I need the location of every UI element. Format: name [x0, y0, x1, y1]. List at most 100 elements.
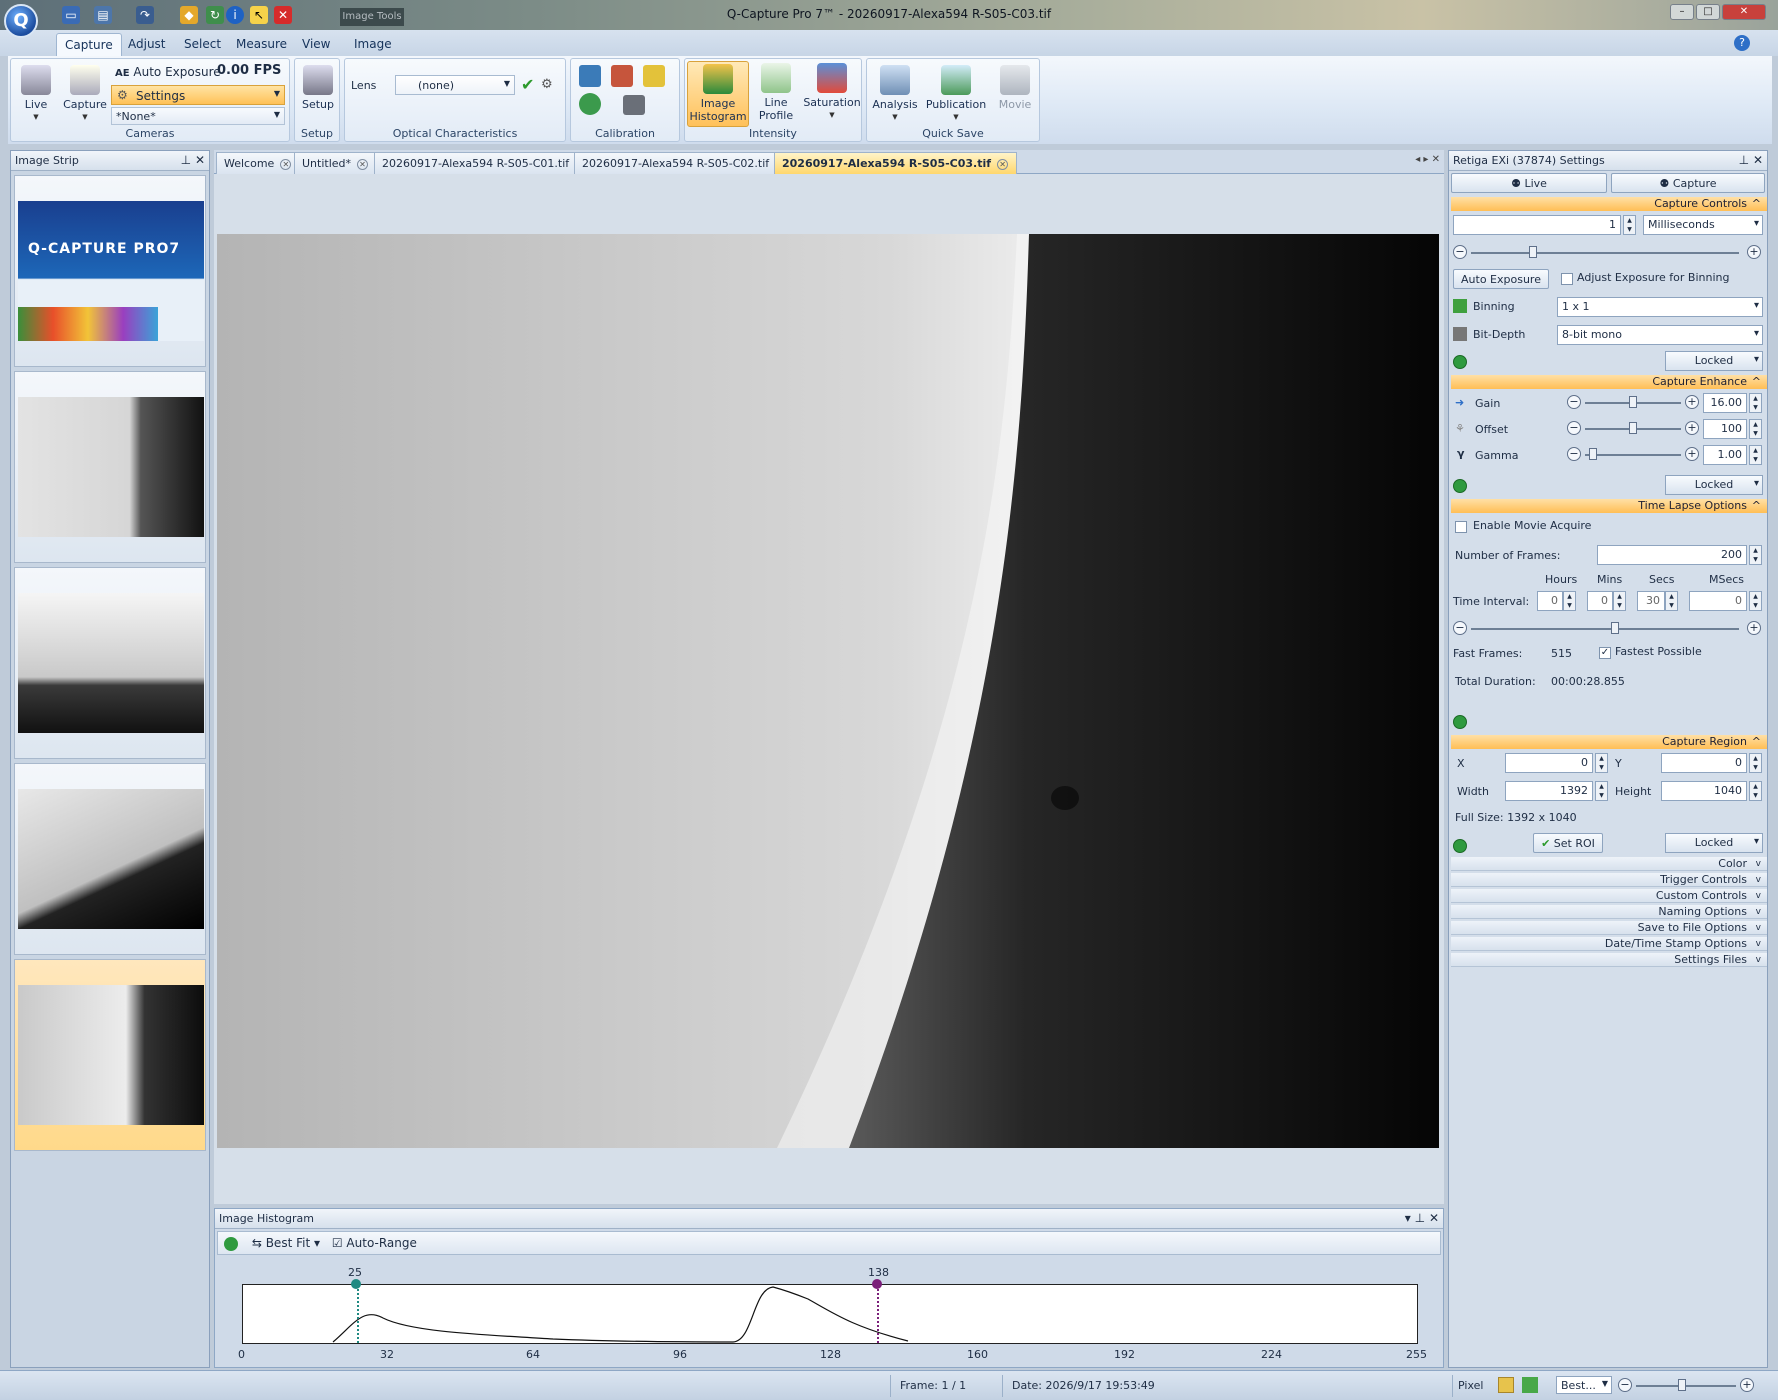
movie-button[interactable]: Movie: [993, 65, 1037, 111]
enable-movie-checkbox[interactable]: [1455, 521, 1467, 533]
calibration-camera-dropdown-icon[interactable]: [623, 95, 645, 115]
capture-controls-lock[interactable]: Locked: [1665, 351, 1763, 371]
capture-enhance-lock[interactable]: Locked: [1665, 475, 1763, 495]
strip-thumbnail-c01[interactable]: [14, 371, 206, 563]
gamma-slider-thumb[interactable]: [1589, 448, 1597, 460]
grid-view-icon[interactable]: [1522, 1377, 1538, 1393]
roi-width-input[interactable]: 1392: [1505, 781, 1593, 801]
close-icon[interactable]: ✕: [195, 153, 205, 167]
auto-exposure-button[interactable]: Auto Exposure: [1453, 269, 1549, 289]
interval-mins-input[interactable]: 0: [1587, 591, 1613, 611]
zoom-out-icon[interactable]: −: [1618, 1378, 1632, 1392]
roi-x-spinner[interactable]: ▲ ▼: [1595, 753, 1608, 773]
publication-button[interactable]: Publication ▼: [925, 65, 987, 124]
refresh-icon[interactable]: ↻: [206, 6, 224, 24]
binning-select[interactable]: 1 x 1: [1557, 297, 1763, 317]
capture-tab-button[interactable]: ⚉ Capture: [1611, 173, 1765, 193]
capture-region-lock[interactable]: Locked: [1665, 833, 1763, 853]
section-trigger-controls[interactable]: Trigger Controls: [1451, 873, 1767, 887]
strip-thumbnail-splash[interactable]: Q-CAPTURE PRO7: [14, 175, 206, 367]
minus-icon[interactable]: −: [1567, 421, 1581, 435]
minimize-button[interactable]: –: [1670, 4, 1694, 20]
image-view-icon[interactable]: [1498, 1377, 1514, 1393]
close-tab-icon[interactable]: ✕: [280, 159, 292, 170]
roi-y-input[interactable]: 0: [1661, 753, 1747, 773]
exposure-input[interactable]: 1: [1453, 215, 1621, 235]
gain-input[interactable]: 16.00: [1703, 393, 1747, 413]
strip-thumbnail-c02[interactable]: [14, 567, 206, 759]
interval-secs-spinner[interactable]: ▲ ▼: [1665, 591, 1678, 611]
redo-icon[interactable]: ↷: [136, 6, 154, 24]
interval-hours-spinner[interactable]: ▲ ▼: [1563, 591, 1576, 611]
gear-settings-icon[interactable]: ⚙: [541, 77, 553, 92]
auto-range-checkbox[interactable]: ☑ Auto-Range: [332, 1236, 417, 1250]
preset-dropdown[interactable]: *None* ▼: [111, 107, 285, 125]
section-time-lapse[interactable]: Time Lapse Options: [1451, 499, 1767, 513]
line-profile-button[interactable]: Line Profile: [751, 63, 801, 122]
set-roi-button[interactable]: ✔ Set ROI: [1533, 833, 1603, 853]
roi-y-spinner[interactable]: ▲ ▼: [1749, 753, 1762, 773]
setup-button[interactable]: Setup: [299, 65, 337, 111]
gamma-spinner[interactable]: ▲ ▼: [1749, 445, 1762, 465]
doc-tab-welcome[interactable]: Welcome ✕: [216, 152, 301, 174]
section-settings-files[interactable]: Settings Files: [1451, 953, 1767, 967]
close-icon[interactable]: ✕: [1429, 1211, 1439, 1225]
settings-dropdown[interactable]: Settings ▼ ⚙: [111, 85, 285, 105]
analysis-button[interactable]: Analysis ▼: [871, 65, 919, 124]
pin-icon[interactable]: ⊥: [1739, 153, 1749, 167]
section-custom-controls[interactable]: Custom Controls: [1451, 889, 1767, 903]
section-capture-enhance[interactable]: Capture Enhance: [1451, 375, 1767, 389]
interval-msecs-spinner[interactable]: ▲ ▼: [1749, 591, 1762, 611]
bit-depth-select[interactable]: 8-bit mono: [1557, 325, 1763, 345]
check-icon[interactable]: ✔: [521, 75, 534, 94]
exposure-unit-select[interactable]: Milliseconds: [1643, 215, 1763, 235]
interval-slider-thumb[interactable]: [1611, 622, 1619, 634]
lens-dropdown[interactable]: (none) ▼: [395, 75, 515, 95]
roi-height-spinner[interactable]: ▲ ▼: [1749, 781, 1762, 801]
low-marker-handle[interactable]: [351, 1279, 361, 1289]
zoom-slider-track[interactable]: [1636, 1385, 1736, 1387]
interval-slider-track[interactable]: [1471, 628, 1739, 630]
pin-icon[interactable]: ⊥: [181, 153, 191, 167]
close-icon[interactable]: ✕: [1753, 153, 1763, 167]
roi-x-input[interactable]: 0: [1505, 753, 1593, 773]
histogram-plot[interactable]: [242, 1284, 1418, 1344]
dropdown-icon[interactable]: ▾: [1405, 1211, 1411, 1225]
plus-icon[interactable]: +: [1685, 421, 1699, 435]
minus-icon[interactable]: −: [1567, 395, 1581, 409]
tab-select[interactable]: Select: [176, 33, 229, 56]
live-tab-button[interactable]: ⚉ Live: [1451, 173, 1607, 193]
section-capture-region[interactable]: Capture Region: [1451, 735, 1767, 749]
tab-view[interactable]: View: [294, 33, 338, 56]
fastest-possible-checkbox[interactable]: ✓: [1599, 647, 1611, 659]
tab-scroll-close-icons[interactable]: ◂ ▸ ✕: [1415, 154, 1440, 165]
doc-tab-c01[interactable]: 20260917-Alexa594 R-S05-C01.tif✕: [374, 152, 596, 174]
roi-width-spinner[interactable]: ▲ ▼: [1595, 781, 1608, 801]
roi-height-input[interactable]: 1040: [1661, 781, 1747, 801]
microscope-image[interactable]: [217, 234, 1439, 1148]
help-icon[interactable]: ?: [1734, 35, 1750, 51]
frames-spinner[interactable]: ▲ ▼: [1749, 545, 1762, 565]
strip-thumbnail-c04[interactable]: [14, 763, 206, 955]
plus-icon[interactable]: +: [1685, 447, 1699, 461]
exposure-spinner[interactable]: ▲ ▼: [1623, 215, 1636, 235]
interval-secs-input[interactable]: 30: [1637, 591, 1665, 611]
zoom-dropdown[interactable]: Best... ▼: [1556, 1376, 1612, 1394]
refresh-icon[interactable]: [224, 1236, 238, 1251]
tab-measure[interactable]: Measure: [228, 33, 295, 56]
capture-button[interactable]: Capture ▼: [63, 65, 107, 124]
minus-icon[interactable]: −: [1567, 447, 1581, 461]
zoom-slider-thumb[interactable]: [1678, 1379, 1686, 1391]
live-button[interactable]: Live ▼: [19, 65, 53, 124]
reset-icon[interactable]: [1453, 839, 1467, 853]
interval-hours-input[interactable]: 0: [1537, 591, 1563, 611]
pointer-icon[interactable]: ↖: [250, 6, 268, 24]
reset-icon[interactable]: [1453, 355, 1467, 369]
close-red-icon[interactable]: ✕: [274, 6, 292, 24]
pin-icon[interactable]: ⊥: [1415, 1211, 1425, 1225]
close-tab-icon[interactable]: ✕: [357, 159, 369, 170]
maximize-button[interactable]: □: [1696, 4, 1720, 20]
doc-tab-c03[interactable]: 20260917-Alexa594 R-S05-C03.tif ✕: [774, 152, 1018, 174]
info-icon[interactable]: i: [226, 6, 244, 24]
reset-icon[interactable]: [1453, 715, 1467, 729]
